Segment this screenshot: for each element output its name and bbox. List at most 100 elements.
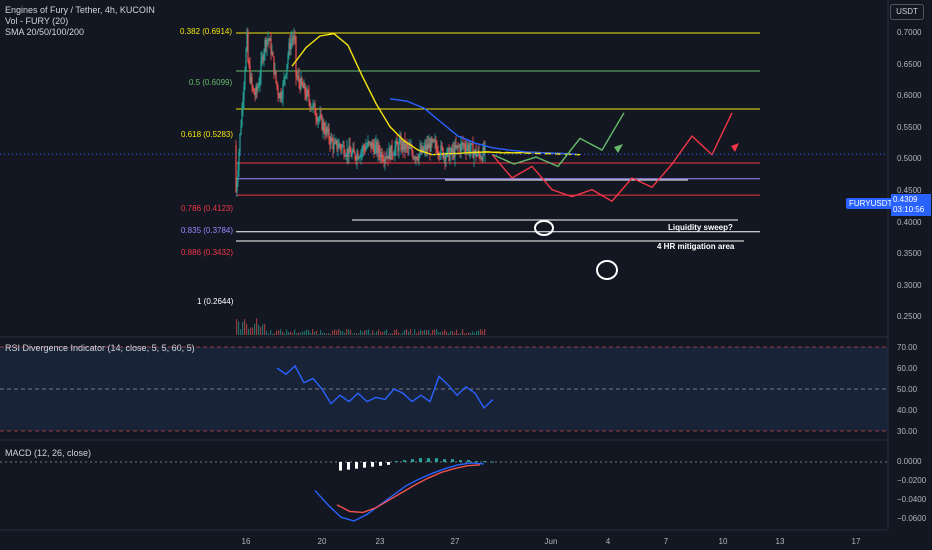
volume-bar	[272, 333, 274, 335]
volume-bar	[408, 331, 410, 335]
volume-bar	[464, 333, 466, 335]
volume-bar	[290, 331, 292, 335]
mitigation-circle	[596, 260, 618, 280]
candle-body	[259, 77, 261, 85]
volume-bar	[258, 324, 260, 335]
volume-bar	[256, 318, 258, 335]
volume-bar	[250, 327, 252, 335]
volume-bar	[404, 329, 406, 335]
price-tick-label: 0.3500	[897, 249, 922, 259]
volume-bar	[298, 332, 300, 335]
candle-body	[411, 148, 413, 154]
last-price-tag: 0.4309 03:10:56	[891, 194, 931, 216]
volume-bar	[430, 333, 432, 335]
candle-body	[290, 40, 292, 50]
liquidity-sweep-label: Liquidity sweep?	[668, 223, 733, 232]
green-arrow-head	[614, 144, 623, 153]
candle-body	[341, 145, 343, 149]
volume-bar	[336, 330, 338, 335]
volume-bar	[268, 333, 270, 335]
fib-label-05: 0.5 (0.6099)	[189, 78, 233, 87]
volume-bar	[350, 329, 352, 335]
candle-body	[242, 100, 244, 108]
rsi-tick-label: 40.00	[897, 406, 918, 415]
candle-body	[314, 103, 316, 115]
volume-bar	[276, 330, 278, 335]
liquidity-circle	[534, 220, 554, 236]
volume-bar	[450, 331, 452, 335]
volume-bar	[394, 329, 396, 335]
time-tick-label: 27	[450, 537, 460, 546]
price-tick-label: 0.6500	[897, 59, 922, 69]
candle-body	[359, 156, 361, 158]
volume-bar	[444, 329, 446, 335]
candle-body	[469, 148, 471, 153]
time-tick-label: Jun	[544, 537, 558, 546]
volume-bar	[376, 331, 378, 335]
volume-bar	[340, 330, 342, 335]
price-tick-label: 0.4500	[897, 186, 922, 195]
candle-body	[393, 154, 395, 156]
green-projection-path	[491, 112, 625, 168]
volume-bar	[398, 332, 400, 335]
macd-tick-label: −0.0400	[897, 495, 927, 504]
candle-body	[286, 63, 288, 74]
macd-tick-label: 0.0000	[897, 457, 922, 466]
candle-body	[298, 75, 300, 82]
volume-bar	[362, 332, 364, 335]
volume-bar	[314, 331, 316, 335]
rsi-tick-label: 30.00	[897, 427, 918, 436]
macd-histogram-bar	[379, 462, 382, 466]
volume-bar	[412, 333, 414, 335]
symbol-title: Engines of Fury / Tether, 4h, KUCOIN	[5, 5, 155, 15]
volume-bar	[456, 329, 458, 335]
volume-bar	[342, 331, 344, 335]
volume-bar	[242, 321, 244, 335]
volume-bar	[374, 333, 376, 335]
candle-body	[418, 154, 420, 161]
candle-body	[276, 81, 278, 87]
volume-bar	[316, 330, 318, 335]
rsi-tick-label: 50.00	[897, 385, 918, 394]
volume-bar	[468, 332, 470, 335]
volume-bar	[390, 333, 392, 335]
volume-bar	[372, 330, 374, 335]
volume-bar	[432, 330, 434, 335]
volume-bar	[334, 329, 336, 335]
rsi-tick-label: 70.00	[897, 343, 918, 352]
macd-histogram-bar	[443, 459, 446, 462]
volume-bar	[414, 329, 416, 335]
macd-tick-label: −0.0200	[897, 476, 927, 485]
volume-bar	[448, 333, 450, 335]
candle-body	[464, 144, 466, 149]
volume-bar	[236, 319, 238, 335]
volume-indicator-label: Vol - FURY (20)	[5, 16, 69, 26]
macd-histogram-bar	[371, 462, 374, 467]
volume-bar	[400, 333, 402, 335]
candle-body	[323, 122, 325, 131]
volume-bar	[384, 331, 386, 335]
volume-bar	[470, 333, 472, 335]
volume-bar	[420, 329, 422, 335]
fib-label-0835: 0.835 (0.3784)	[181, 226, 234, 235]
red-arrow-head	[731, 143, 739, 152]
price-tick-label: 0.7000	[897, 28, 922, 37]
volume-bar	[320, 330, 322, 335]
currency-button[interactable]: USDT	[890, 4, 924, 20]
macd-histogram-bar	[339, 462, 342, 471]
volume-bar	[388, 333, 390, 335]
candle-body	[406, 143, 408, 146]
volume-bar	[366, 329, 368, 335]
candle-body	[275, 70, 277, 82]
candle-body	[374, 145, 376, 154]
symbol-tag: FURYUSDT	[846, 198, 896, 209]
candle-body	[237, 169, 239, 182]
volume-bar	[248, 328, 250, 335]
chart-canvas[interactable]	[0, 0, 932, 550]
candle-body	[238, 151, 240, 170]
candle-body	[270, 38, 272, 54]
candle-body	[315, 114, 317, 119]
volume-bar	[348, 329, 350, 335]
volume-bar	[482, 330, 484, 335]
volume-bar	[368, 329, 370, 335]
